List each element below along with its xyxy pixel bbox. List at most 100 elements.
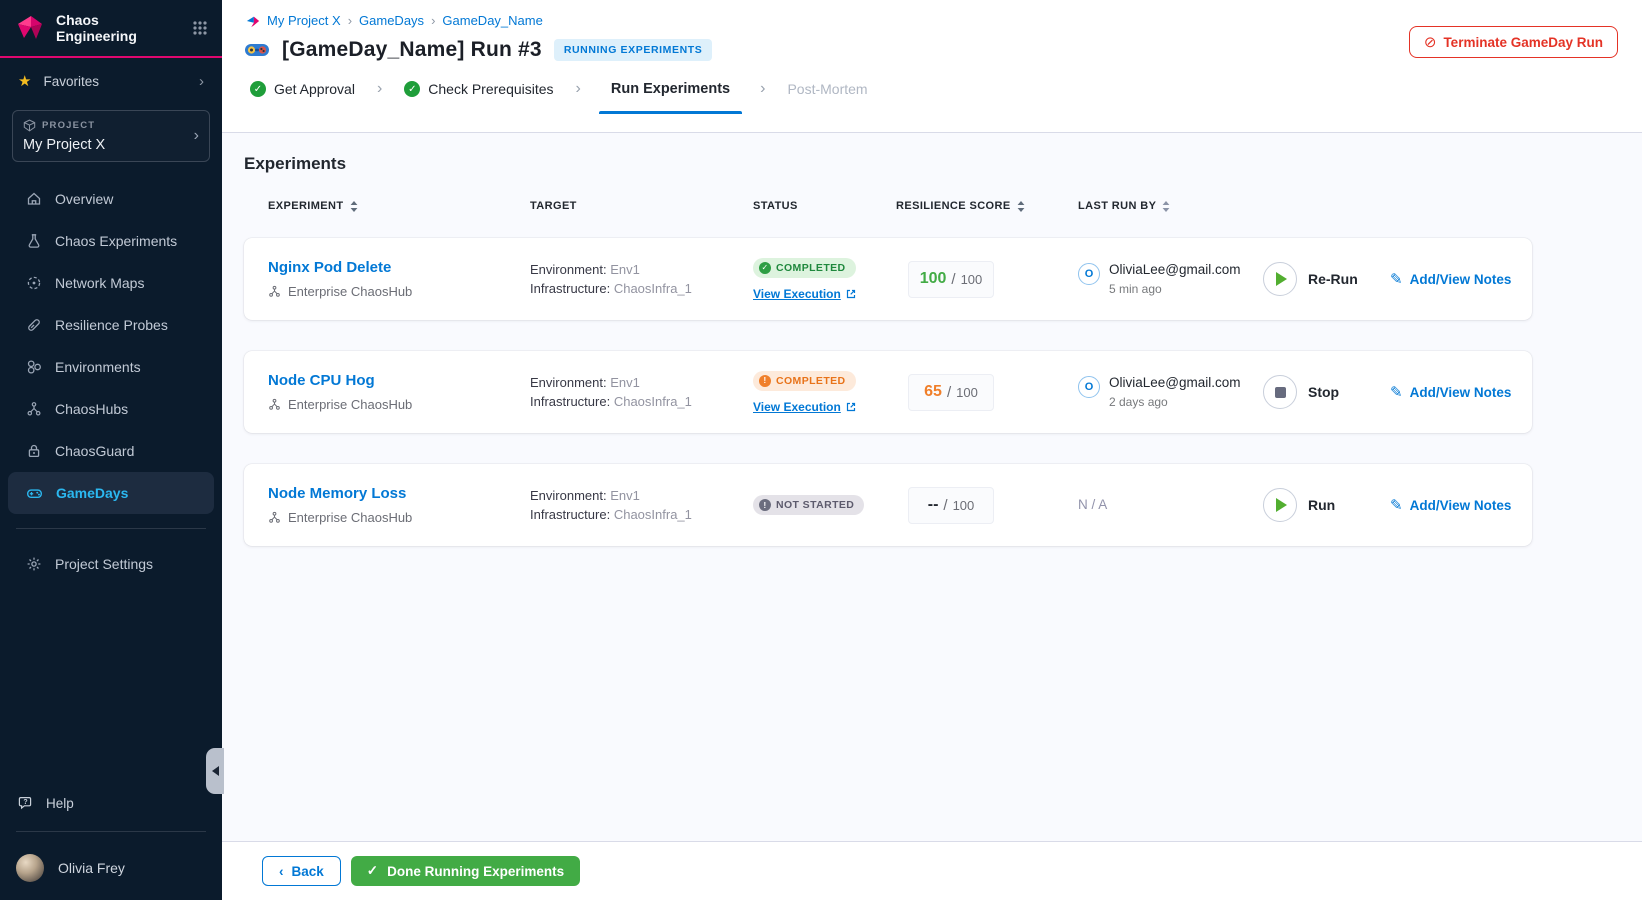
experiment-row-node-memory-loss: Node Memory Loss Enterprise ChaosHub Env…: [244, 464, 1532, 546]
app-switcher-grid-icon[interactable]: [192, 20, 208, 36]
infrastructure-label: Infrastructure:: [530, 281, 611, 296]
collapse-arrow-icon: [211, 766, 219, 776]
last-run-by: O OliviaLee@gmail.com 2 days ago: [1078, 375, 1263, 409]
sidebar-item-resilience-probes[interactable]: Resilience Probes: [8, 304, 214, 346]
nav-label: GameDays: [56, 485, 129, 502]
infrastructure-value: ChaosInfra_1: [613, 394, 692, 409]
step-label: Post-Mortem: [787, 81, 868, 97]
chevron-right-icon: ›: [199, 72, 204, 90]
done-running-experiments-button[interactable]: ✓ Done Running Experiments: [350, 856, 581, 886]
environment-value: Env1: [610, 375, 640, 390]
resilience-score: 65 / 100: [908, 373, 994, 411]
breadcrumb-link-gameday-name[interactable]: GameDay_Name: [442, 13, 542, 28]
user-name: Olivia Frey: [58, 860, 125, 876]
section-title: Experiments: [244, 154, 347, 173]
chevron-right-icon: ›: [431, 13, 436, 28]
run-button[interactable]: Run: [1263, 488, 1390, 522]
hub-label: Enterprise ChaosHub: [288, 284, 413, 299]
step-check-prerequisites[interactable]: ✓ Check Prerequisites: [400, 65, 557, 113]
sidebar-item-gamedays[interactable]: GameDays: [8, 472, 214, 515]
sidebar-header: Chaos Engineering: [0, 0, 222, 59]
environment-value: Env1: [610, 262, 640, 277]
column-header-last-run-by[interactable]: LAST RUN BY: [1078, 200, 1263, 212]
chaos-engineering-logo-icon: [18, 16, 42, 40]
terminate-label: Terminate GameDay Run: [1443, 34, 1603, 50]
check-circle-icon: ✓: [404, 81, 421, 97]
step-run-experiments[interactable]: Run Experiments: [598, 65, 743, 114]
chaoshub-icon: [269, 398, 280, 410]
cancel-circle-icon: ⊘: [1423, 34, 1437, 51]
nav-label: Network Maps: [55, 275, 145, 292]
sidebar-item-network-maps[interactable]: Network Maps: [8, 262, 214, 304]
sidebar-item-project-settings[interactable]: Project Settings: [8, 543, 214, 585]
sidebar-item-chaos-experiments[interactable]: Chaos Experiments: [8, 220, 214, 262]
last-run-time: 5 min ago: [1109, 282, 1162, 296]
gear-icon: [27, 557, 41, 571]
sidebar-item-chaosguard[interactable]: ChaosGuard: [8, 430, 214, 472]
sidebar-divider: [16, 528, 206, 530]
sidebar-item-overview[interactable]: Overview: [8, 178, 214, 220]
chevron-right-icon: ›: [376, 80, 383, 97]
experiment-name-link[interactable]: Node CPU Hog: [268, 372, 530, 389]
status-badge: ✓ COMPLETED: [753, 257, 856, 278]
view-execution-link[interactable]: View Execution: [753, 287, 896, 301]
sidebar-item-environments[interactable]: Environments: [8, 346, 214, 388]
hub-label: Enterprise ChaosHub: [288, 397, 413, 412]
run-status-badge: RUNNING EXPERIMENTS: [553, 39, 713, 61]
stop-icon[interactable]: [1263, 375, 1297, 409]
last-run-email: OliviaLee@gmail.com: [1109, 375, 1241, 390]
environment-value: Env1: [610, 488, 640, 503]
lock-icon: [28, 445, 40, 458]
terminate-gameday-run-button[interactable]: ⊘ Terminate GameDay Run: [1408, 26, 1618, 58]
environments-icon: [27, 360, 41, 374]
sort-icon: [350, 200, 357, 212]
user-profile[interactable]: Olivia Frey: [0, 840, 222, 900]
favorites-label: Favorites: [43, 73, 99, 89]
infrastructure-label: Infrastructure:: [530, 394, 611, 409]
play-icon[interactable]: [1263, 262, 1297, 296]
cube-icon: [23, 119, 36, 132]
nav-label: Resilience Probes: [55, 317, 168, 334]
experiment-name-link[interactable]: Node Memory Loss: [268, 485, 530, 502]
add-view-notes-link[interactable]: ✎ Add/View Notes: [1390, 496, 1532, 514]
view-execution-link[interactable]: View Execution: [753, 400, 896, 414]
column-header-resilience-score[interactable]: RESILIENCE SCORE: [896, 200, 1078, 212]
last-run-na: N / A: [1078, 497, 1108, 512]
column-header-status: STATUS: [753, 200, 798, 212]
stepper: ✓ Get Approval › ✓ Check Prerequisites ›…: [222, 65, 1642, 114]
breadcrumb-link-gamedays[interactable]: GameDays: [359, 13, 424, 28]
last-run-email: OliviaLee@gmail.com: [1109, 262, 1241, 277]
sort-icon: [1017, 200, 1024, 212]
column-header-experiment[interactable]: EXPERIMENT: [268, 200, 530, 212]
step-get-approval[interactable]: ✓ Get Approval: [246, 65, 359, 113]
rerun-button[interactable]: Re-Run: [1263, 262, 1390, 296]
check-circle-icon: ✓: [250, 81, 266, 97]
experiment-name-link[interactable]: Nginx Pod Delete: [268, 259, 530, 276]
add-view-notes-link[interactable]: ✎ Add/View Notes: [1390, 383, 1532, 401]
svg-text:?: ?: [23, 799, 27, 806]
sidebar-item-chaoshubs[interactable]: ChaosHubs: [8, 388, 214, 430]
sidebar-item-favorites[interactable]: ★ Favorites ›: [0, 58, 222, 100]
table-header: EXPERIMENT TARGET STATUS RESILIENCE SCOR…: [244, 200, 1532, 212]
back-button[interactable]: ‹ Back: [262, 856, 341, 886]
breadcrumb: My Project X › GameDays › GameDay_Name: [222, 0, 1642, 28]
play-icon[interactable]: [1263, 488, 1297, 522]
breadcrumb-link-project[interactable]: My Project X: [267, 13, 341, 28]
sidebar-collapse-handle[interactable]: [206, 748, 224, 794]
project-name: My Project X: [23, 137, 106, 154]
flask-icon: [28, 234, 40, 248]
external-link-icon: [846, 402, 855, 411]
nav-label: Chaos Experiments: [55, 233, 178, 250]
sidebar-item-help[interactable]: ? Help: [0, 783, 222, 823]
environment-label: Environment:: [530, 262, 607, 277]
page-header: My Project X › GameDays › GameDay_Name […: [222, 0, 1642, 133]
environment-label: Environment:: [530, 488, 607, 503]
add-view-notes-link[interactable]: ✎ Add/View Notes: [1390, 270, 1532, 288]
project-selector[interactable]: PROJECT My Project X ›: [12, 110, 210, 163]
stop-button[interactable]: Stop: [1263, 375, 1390, 409]
step-post-mortem[interactable]: Post-Mortem: [783, 65, 871, 113]
pencil-icon: ✎: [1390, 384, 1403, 401]
chaoshub-icon: [269, 285, 280, 297]
infrastructure-value: ChaosInfra_1: [613, 281, 692, 296]
chevron-right-icon: ›: [347, 13, 353, 28]
